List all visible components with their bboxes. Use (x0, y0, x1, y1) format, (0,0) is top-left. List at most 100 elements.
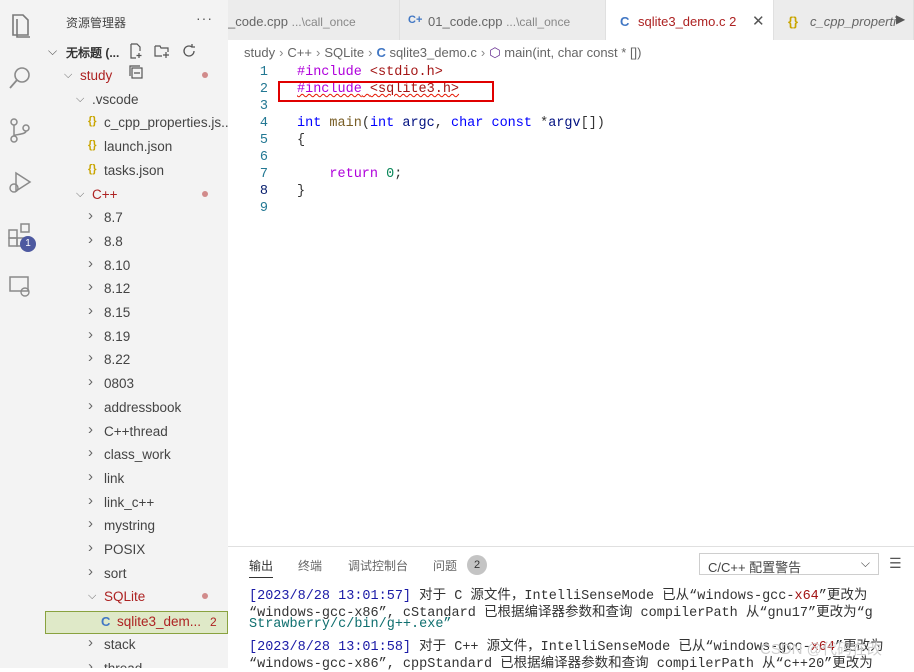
chevron-down-icon: ⌵ (48, 44, 58, 58)
tab-terminal[interactable]: 终端 (298, 557, 322, 574)
breadcrumb-item[interactable]: C++ (287, 45, 312, 60)
tree-folder[interactable]: ⌵ C++ (40, 185, 228, 208)
tab-code-cpp[interactable]: _code.cpp ...\call_once (228, 0, 400, 40)
json-file-icon: {} (88, 115, 97, 128)
chevron-down-icon: ⌵ (88, 590, 97, 603)
code-line: { (297, 133, 306, 148)
modified-dot (202, 190, 208, 197)
tree-item-label: class_work (104, 447, 171, 463)
remote-explorer-icon[interactable] (4, 270, 36, 302)
chevron-down-icon: ⌵ (860, 556, 870, 570)
more-actions-icon[interactable]: ··· (196, 10, 213, 26)
tree-folder[interactable]: › 8.15 (40, 302, 228, 326)
tab-output[interactable]: 输出 (249, 557, 274, 578)
chevron-right-icon: › (88, 515, 93, 533)
chevron-right-icon: › (88, 254, 93, 272)
chevron-right-icon: › (88, 444, 93, 462)
problems-count-badge: 2 (467, 555, 487, 575)
tree-item-label: 8.8 (104, 233, 123, 249)
new-file-icon[interactable] (128, 43, 144, 59)
c-file-icon: C (101, 614, 111, 630)
workspace-root[interactable]: ⌵ 无标题 (... (40, 40, 228, 79)
chevron-down-icon: ⌵ (76, 187, 85, 200)
close-icon[interactable]: ✕ (752, 12, 765, 30)
tree-file[interactable]: {} tasks.json (40, 161, 228, 184)
source-control-icon[interactable] (4, 114, 36, 146)
tab-c-cpp-properties[interactable]: {} c_cpp_properti (774, 0, 914, 40)
tab-label: 01_code.cpp ...\call_once (428, 14, 571, 29)
chevron-down-icon: ⌵ (76, 92, 85, 105)
search-icon[interactable] (4, 62, 36, 94)
breadcrumb-file[interactable]: sqlite3_demo.c (389, 45, 476, 60)
highlight-box (278, 81, 494, 102)
tree-file[interactable]: {} c_cpp_properties.js... (40, 113, 228, 136)
tree-item-label: 8.10 (104, 257, 131, 273)
code-line: #include <stdio.h> (297, 65, 443, 80)
chevron-right-icon: › (88, 657, 93, 669)
chevron-right-icon: › (88, 539, 93, 556)
tree-folder[interactable]: › 8.22 (40, 349, 228, 373)
tree-item-label: sort (104, 565, 127, 581)
tree-item-label: C++thread (104, 423, 168, 439)
tree-folder[interactable]: › class_work (40, 444, 228, 468)
tree-item-label: launch.json (104, 139, 173, 155)
tab-debug-console[interactable]: 调试控制台 (348, 557, 408, 574)
tree-folder[interactable]: › sort (40, 562, 228, 587)
tree-item-label: SQLite (104, 589, 146, 605)
tree-folder[interactable]: › link_c++ (40, 492, 228, 516)
tree-folder[interactable]: › 0803 (40, 373, 228, 397)
tree-file[interactable]: Csqlite3_dem... 2 (45, 611, 228, 635)
explorer-icon[interactable] (4, 10, 36, 42)
chevron-right-icon: › (88, 373, 93, 391)
breadcrumb-item[interactable]: study (244, 45, 275, 60)
tab-scroll-right-icon[interactable]: ▶ (896, 12, 905, 26)
output-channel-select[interactable]: C/C++ 配置警告 ⌵ (699, 553, 879, 575)
breadcrumb-symbol[interactable]: main(int, char const * []) (504, 45, 641, 60)
editor-tabs: _code.cpp ...\call_once C+ 01_code.cpp .… (228, 0, 914, 40)
json-file-icon: {} (88, 139, 97, 152)
tree-folder[interactable]: › 8.19 (40, 326, 228, 350)
json-file-icon: {} (88, 162, 97, 175)
tree-folder[interactable]: › addressbook (40, 396, 228, 421)
filter-list-icon[interactable]: ☰ (889, 555, 902, 572)
breadcrumb: study › C++ › SQLite › C sqlite3_demo.c › ⬡ main… (244, 45, 642, 61)
run-debug-icon[interactable] (4, 166, 36, 198)
tree-folder[interactable]: › stack (40, 634, 228, 658)
tab-problems[interactable]: 问题 (433, 557, 457, 574)
c-file-icon: C (620, 14, 630, 29)
tree-folder[interactable]: › POSIX (40, 539, 228, 563)
chevron-right-icon: › (88, 230, 93, 248)
new-folder-icon[interactable] (154, 43, 170, 59)
refresh-icon[interactable] (181, 43, 197, 59)
tree-folder[interactable]: ⌵ SQLite (40, 587, 228, 610)
tree-item-label: thread (104, 660, 143, 669)
tree-folder[interactable]: › 8.12 (40, 278, 228, 302)
chevron-down-icon: ⌵ (64, 69, 73, 81)
breadcrumb-item[interactable]: SQLite (324, 45, 364, 60)
tab-label: c_cpp_properti (810, 14, 896, 29)
tree-item-label: 8.15 (104, 305, 131, 320)
code-editor[interactable]: 1 2 3 4 5 6 7 8 9 #include <stdio.h> #in… (228, 62, 914, 542)
tree-folder[interactable]: › 8.10 (40, 254, 228, 279)
tab-sqlite3-demo[interactable]: C sqlite3_demo.c 2 ✕ (606, 0, 774, 40)
chevron-right-icon: › (88, 562, 93, 580)
chevron-right-icon: › (88, 467, 93, 485)
chevron-right-icon: › (279, 45, 284, 60)
tab-01-code-cpp[interactable]: C+ 01_code.cpp ...\call_once (400, 0, 606, 40)
chevron-right-icon: › (88, 396, 93, 414)
tree-file[interactable]: {} launch.json (40, 137, 228, 160)
tree-folder[interactable]: › 8.8 (40, 230, 228, 255)
tree-folder[interactable]: ⌵ .vscode (40, 90, 228, 113)
tree-folder[interactable]: › 8.7 (40, 207, 228, 231)
tree-item-label: tasks.json (104, 162, 165, 178)
tree-item-label: POSIX (104, 542, 146, 557)
tree-item-label: 0803 (104, 376, 135, 392)
tree-folder[interactable]: › link (40, 467, 228, 492)
chevron-right-icon: › (316, 45, 321, 60)
line-number: 2 (259, 82, 268, 97)
tree-folder[interactable]: ⌵ study (40, 66, 228, 89)
tree-folder[interactable]: › C++thread (40, 421, 228, 445)
line-number: 8 (259, 184, 268, 199)
tree-folder[interactable]: › mystring (40, 515, 228, 539)
tree-folder[interactable]: › thread (40, 657, 228, 669)
